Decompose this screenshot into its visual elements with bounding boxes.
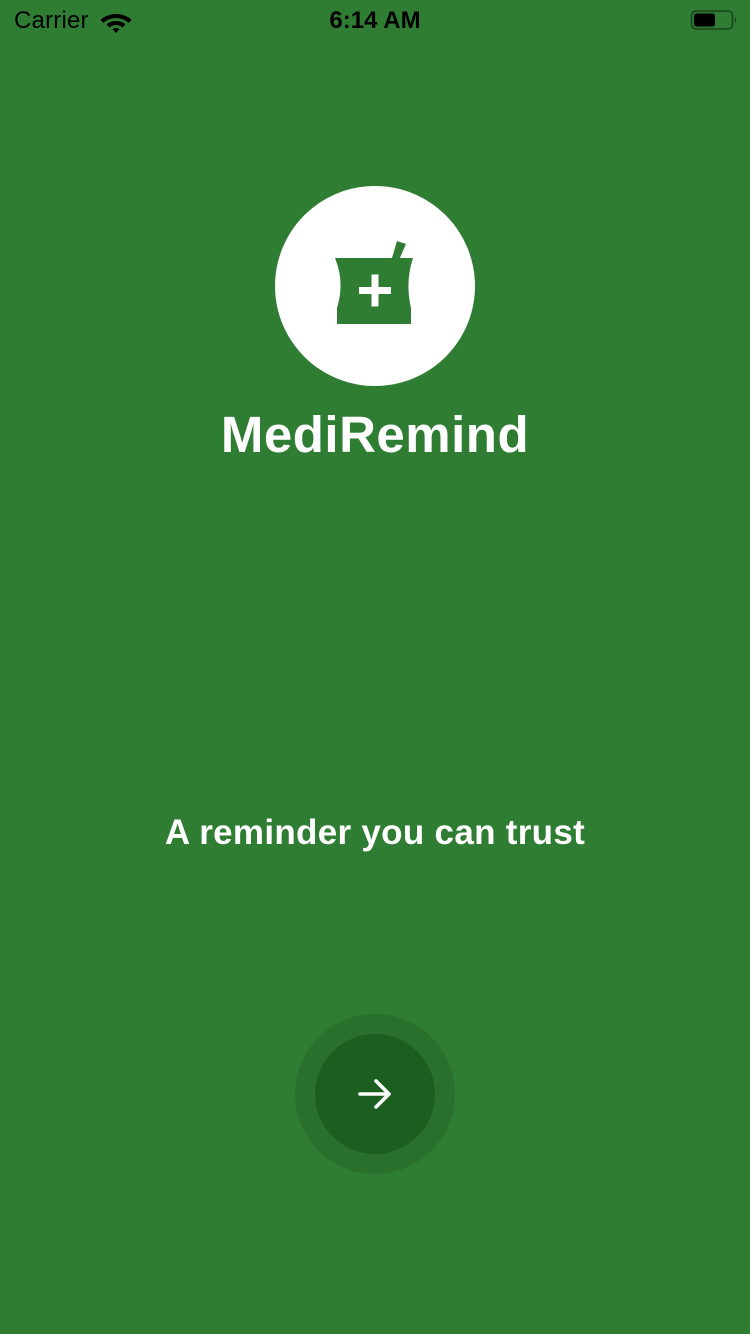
battery-icon: [690, 10, 737, 30]
arrow-right-icon: [358, 1079, 391, 1109]
status-time: 6:14 AM: [329, 7, 421, 34]
app-logo: [275, 186, 475, 386]
next-button-ring: [295, 1014, 455, 1174]
next-button[interactable]: [315, 1034, 435, 1154]
tagline: A reminder you can trust: [164, 813, 586, 852]
mortar-pestle-plus-icon: [335, 241, 413, 324]
app-title: MediRemind: [220, 406, 530, 463]
status-bar: Carrier 6:14 AM: [0, 0, 750, 40]
